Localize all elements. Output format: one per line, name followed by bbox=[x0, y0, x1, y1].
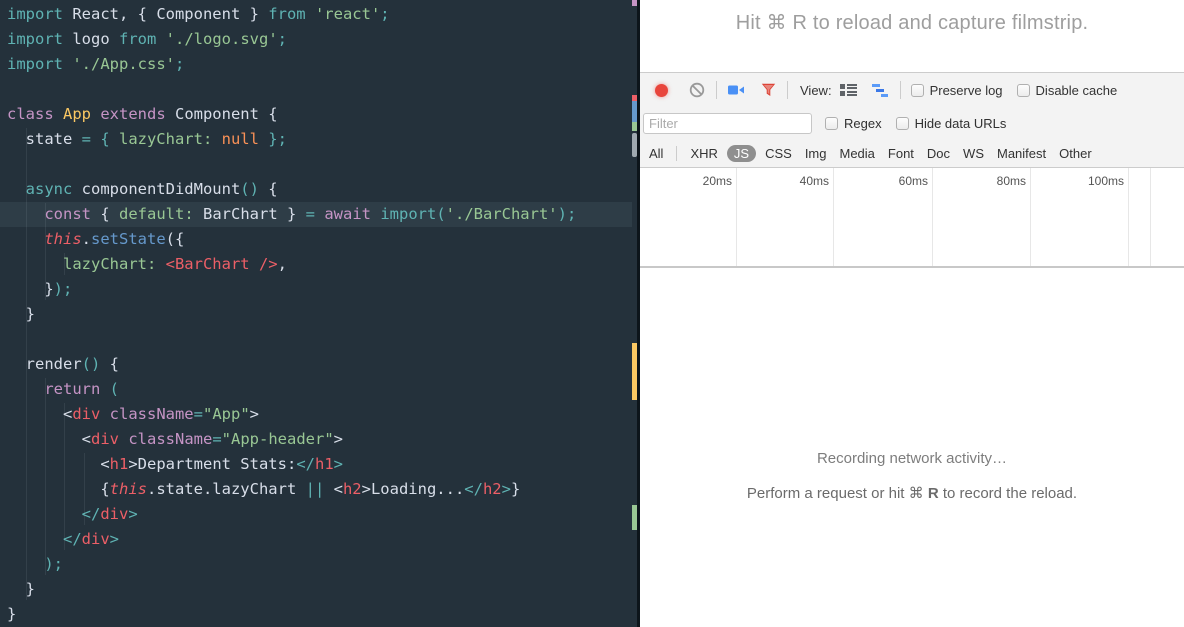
code-line[interactable] bbox=[0, 77, 632, 102]
code-line[interactable]: <div className="App"> bbox=[0, 402, 632, 427]
indent-guide bbox=[26, 128, 27, 600]
large-rows-toggle[interactable] bbox=[840, 81, 858, 99]
filter-tab-font[interactable]: Font bbox=[888, 146, 914, 161]
code-line[interactable] bbox=[0, 152, 632, 177]
indent-guide bbox=[64, 253, 65, 275]
filter-tab-img[interactable]: Img bbox=[805, 146, 827, 161]
code-line[interactable]: {this.state.lazyChart || <h2>Loading...<… bbox=[0, 477, 632, 502]
timeline-tick-label: 80ms bbox=[997, 174, 1030, 188]
code-lines: import React, { Component } from 'react'… bbox=[0, 0, 632, 627]
hide-data-urls-checkbox[interactable] bbox=[896, 117, 909, 130]
preserve-log-checkbox[interactable] bbox=[911, 84, 924, 97]
clear-icon bbox=[689, 82, 705, 98]
disable-cache-label: Disable cache bbox=[1036, 83, 1118, 98]
resource-type-tabs: All XHR JS CSS Img Media Font Doc WS Manifest Othe… bbox=[640, 139, 1184, 168]
code-line[interactable]: </div> bbox=[0, 502, 632, 527]
filmstrip-hint: Hit ⌘ R to reload and capture filmstrip. bbox=[640, 0, 1184, 73]
network-toolbar: View: Pres bbox=[640, 73, 1184, 107]
large-rows-icon bbox=[840, 83, 857, 97]
code-line[interactable]: } bbox=[0, 302, 632, 327]
timeline-gridline bbox=[1128, 168, 1129, 266]
disable-cache-checkbox[interactable] bbox=[1017, 84, 1030, 97]
camera-icon bbox=[728, 84, 745, 96]
timeline-tick-label: 100ms bbox=[1088, 174, 1128, 188]
tab-divider bbox=[676, 146, 677, 161]
code-line[interactable]: ); bbox=[0, 552, 632, 577]
code-line[interactable]: } bbox=[0, 602, 632, 627]
filter-tab-ws[interactable]: WS bbox=[963, 146, 984, 161]
timeline-gridline bbox=[1030, 168, 1031, 266]
clear-button[interactable] bbox=[688, 81, 706, 99]
timeline-tick-label: 60ms bbox=[899, 174, 932, 188]
code-line[interactable]: </div> bbox=[0, 527, 632, 552]
recording-status-text: Recording network activity… bbox=[640, 450, 1184, 467]
code-line[interactable]: this.setState({ bbox=[0, 227, 632, 252]
code-line[interactable]: import React, { Component } from 'react'… bbox=[0, 2, 632, 27]
preserve-log-label: Preserve log bbox=[930, 83, 1003, 98]
timeline-gridline bbox=[932, 168, 933, 266]
indent-guide bbox=[45, 378, 46, 575]
code-line[interactable]: lazyChart: <BarChart />, bbox=[0, 252, 632, 277]
code-editor[interactable]: import React, { Component } from 'react'… bbox=[0, 0, 637, 627]
filter-tab-other[interactable]: Other bbox=[1059, 146, 1092, 161]
code-line[interactable]: }); bbox=[0, 277, 632, 302]
toolbar-separator bbox=[787, 81, 788, 99]
filter-tab-all[interactable]: All bbox=[649, 146, 663, 161]
filter-tab-doc[interactable]: Doc bbox=[927, 146, 950, 161]
split-view: import React, { Component } from 'react'… bbox=[0, 0, 1184, 627]
network-filter-bar: Regex Hide data URLs bbox=[640, 107, 1184, 139]
record-icon bbox=[655, 84, 668, 97]
timeline-gridline bbox=[736, 168, 737, 266]
indent-guide bbox=[45, 203, 46, 300]
toolbar-separator bbox=[900, 81, 901, 99]
filter-tab-css[interactable]: CSS bbox=[765, 146, 792, 161]
code-line[interactable]: const { default: BarChart } = await impo… bbox=[0, 202, 632, 227]
timeline-tick-label: 20ms bbox=[703, 174, 736, 188]
code-line[interactable]: class App extends Component { bbox=[0, 102, 632, 127]
code-line[interactable]: import './App.css'; bbox=[0, 52, 632, 77]
code-line[interactable]: state = { lazyChart: null }; bbox=[0, 127, 632, 152]
code-line[interactable]: async componentDidMount() { bbox=[0, 177, 632, 202]
regex-label: Regex bbox=[844, 116, 882, 131]
indent-guide bbox=[84, 453, 85, 525]
filter-tab-media[interactable]: Media bbox=[839, 146, 874, 161]
toolbar-separator bbox=[716, 81, 717, 99]
hide-data-urls-label: Hide data URLs bbox=[915, 116, 1007, 131]
indent-guide bbox=[64, 403, 65, 550]
filter-tab-xhr[interactable]: XHR bbox=[690, 146, 717, 161]
waterfall-icon bbox=[872, 84, 889, 97]
filter-button[interactable] bbox=[759, 81, 777, 99]
filter-tab-manifest[interactable]: Manifest bbox=[997, 146, 1046, 161]
overview-toggle[interactable] bbox=[872, 81, 890, 99]
recording-instruction-text: Perform a request or hit ⌘ R to record t… bbox=[640, 484, 1184, 502]
code-line[interactable]: render() { bbox=[0, 352, 632, 377]
code-line[interactable]: import logo from './logo.svg'; bbox=[0, 27, 632, 52]
timeline-gridline bbox=[833, 168, 834, 266]
code-line[interactable] bbox=[0, 327, 632, 352]
timeline-ruler: 20ms 40ms 60ms 80ms 100ms bbox=[640, 168, 1184, 268]
code-line[interactable]: <div className="App-header"> bbox=[0, 427, 632, 452]
filter-tab-js[interactable]: JS bbox=[727, 145, 756, 162]
filmstrip-hint-text: Hit ⌘ R to reload and capture filmstrip. bbox=[736, 12, 1089, 34]
record-button[interactable] bbox=[652, 81, 670, 99]
timeline-tick-label: 40ms bbox=[800, 174, 833, 188]
capture-screenshots-button[interactable] bbox=[727, 81, 745, 99]
code-line[interactable]: } bbox=[0, 577, 632, 602]
view-label: View: bbox=[800, 83, 832, 98]
regex-checkbox[interactable] bbox=[825, 117, 838, 130]
filter-input[interactable] bbox=[643, 113, 812, 134]
code-line[interactable]: <h1>Department Stats:</h1> bbox=[0, 452, 632, 477]
funnel-icon bbox=[761, 83, 776, 97]
devtools-network-panel: Hit ⌘ R to reload and capture filmstrip. bbox=[640, 0, 1184, 627]
code-line[interactable]: return ( bbox=[0, 377, 632, 402]
timeline-gridline bbox=[1150, 168, 1151, 266]
